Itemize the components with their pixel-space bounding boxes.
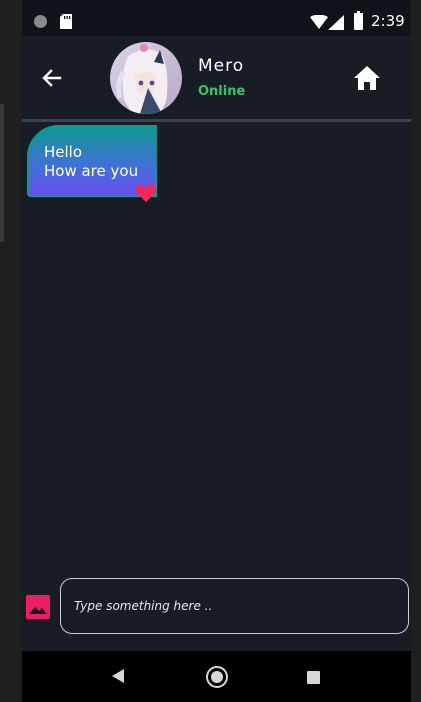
phone-screen: 2:39 Mero Online Hello How are you Type … — [22, 0, 411, 702]
record-dot-icon — [34, 15, 47, 28]
message-input[interactable] — [60, 578, 409, 634]
message-line: Hello — [44, 143, 83, 161]
arrow-left-icon[interactable] — [36, 62, 68, 94]
message-list: Hello How are you — [22, 122, 411, 576]
home-icon[interactable] — [351, 62, 383, 94]
nav-home-icon[interactable] — [206, 666, 228, 688]
device-bezel-right — [411, 0, 421, 702]
message-line: How are you — [44, 162, 139, 180]
chat-header: Mero Online — [22, 36, 411, 120]
avatar[interactable] — [110, 42, 182, 114]
system-nav-bar — [22, 651, 411, 702]
nav-recents-icon[interactable] — [307, 671, 320, 684]
signal-icon — [328, 15, 344, 30]
wifi-icon — [310, 15, 328, 29]
status-bar: 2:39 — [22, 0, 411, 36]
image-icon[interactable] — [25, 594, 51, 620]
nav-back-icon[interactable] — [112, 669, 124, 683]
contact-name: Mero — [198, 56, 245, 76]
status-time: 2:39 — [371, 12, 405, 30]
device-side-button — [0, 104, 4, 242]
message-text: Hello How are you — [44, 143, 138, 181]
device-bezel-left — [0, 0, 22, 702]
battery-icon — [354, 11, 363, 30]
heart-icon[interactable] — [135, 183, 157, 203]
contact-status: Online — [198, 84, 246, 99]
sd-card-icon — [60, 14, 72, 29]
